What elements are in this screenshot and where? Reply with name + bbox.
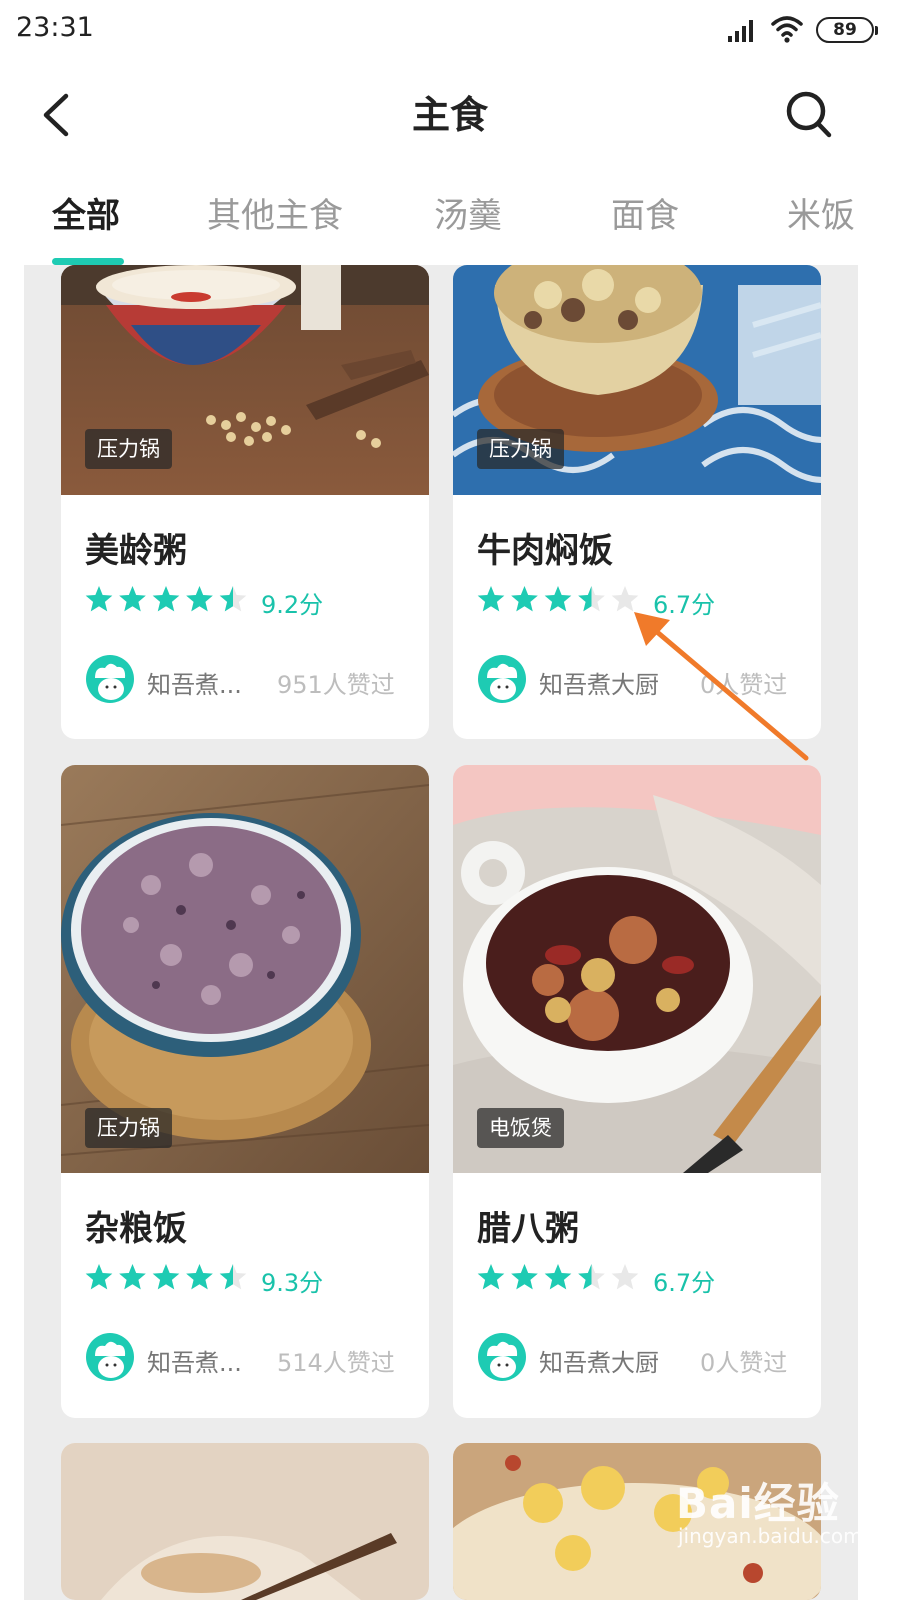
author-name: 知吾煮大厨 <box>539 671 659 699</box>
star-fill-icon <box>186 586 213 612</box>
search-button[interactable] <box>782 86 836 142</box>
rating-score: 6.7分 <box>653 1269 716 1297</box>
recipe-card[interactable] <box>453 1443 821 1600</box>
back-button[interactable] <box>34 88 82 142</box>
rating-score: 9.3分 <box>261 1269 324 1297</box>
cooker-tag: 压力锅 <box>85 429 172 469</box>
star-icon <box>611 586 639 612</box>
likes-count: 0人赞过 <box>700 671 788 699</box>
star-fill-icon <box>544 586 572 612</box>
recipe-image <box>61 1443 429 1600</box>
rating-stars <box>477 1264 639 1290</box>
wifi-icon <box>771 16 803 43</box>
recipe-title: 杂粮饭 <box>85 1209 187 1249</box>
recipe-image <box>453 1443 821 1600</box>
chef-avatar-icon <box>478 655 526 703</box>
status-bar: 23:31 89 <box>0 0 900 62</box>
page-title: 主食 <box>411 93 488 137</box>
star-fill-icon <box>152 1264 180 1290</box>
cooker-tag: 压力锅 <box>85 1108 172 1148</box>
chef-avatar-icon <box>86 1333 134 1381</box>
rating-stars <box>85 586 247 612</box>
recipe-card[interactable]: 电饭煲 腊八粥 6.7分 知吾煮大厨 0人赞过 <box>453 765 821 1418</box>
star-fill-icon <box>119 1264 146 1290</box>
cooker-tag: 压力锅 <box>477 429 564 469</box>
star-fill-icon <box>477 1264 505 1290</box>
chef-avatar-icon <box>478 1333 526 1381</box>
likes-count: 951人赞过 <box>277 671 395 699</box>
chevron-left-icon <box>43 93 69 137</box>
recipe-card[interactable]: 压力锅 杂粮饭 9.3分 知吾煮... 514人赞过 <box>61 765 429 1418</box>
star-fill-icon <box>186 1264 213 1290</box>
star-icon <box>611 1264 639 1290</box>
rating-score: 6.7分 <box>653 591 716 619</box>
tab-rice[interactable]: 米饭 <box>787 190 855 242</box>
tab-all[interactable]: 全部 <box>52 190 120 242</box>
tab-noodles[interactable]: 面食 <box>611 190 679 242</box>
recipe-title: 腊八粥 <box>477 1209 579 1249</box>
cooker-tag: 电饭煲 <box>477 1108 564 1148</box>
star-fill-icon <box>85 586 113 612</box>
recipe-card[interactable]: 压力锅 牛肉焖饭 6.7分 知吾煮大厨 0人赞过 <box>453 265 821 739</box>
recipe-title: 美龄粥 <box>85 531 187 571</box>
tab-other-staples[interactable]: 其他主食 <box>207 190 343 242</box>
recipe-title: 牛肉焖饭 <box>477 531 613 571</box>
author-name: 知吾煮... <box>147 1349 242 1377</box>
star-fill-icon <box>152 586 180 612</box>
rating-stars <box>477 586 639 612</box>
battery-indicator: 89 <box>816 17 878 43</box>
recipe-card[interactable]: 压力锅 美龄粥 9.2分 知吾煮... 951人赞过 <box>61 265 429 739</box>
tab-indicator <box>52 258 124 265</box>
rating-score: 9.2分 <box>261 591 324 619</box>
status-time: 23:31 <box>16 12 94 43</box>
tab-soups[interactable]: 汤羹 <box>434 190 502 242</box>
star-fill-icon <box>119 586 146 612</box>
rating-stars <box>85 1264 247 1290</box>
author-name: 知吾煮大厨 <box>539 1349 659 1377</box>
recipe-card[interactable] <box>61 1443 429 1600</box>
star-fill-icon <box>511 1264 538 1290</box>
search-icon <box>786 91 832 138</box>
star-fill-icon <box>477 586 505 612</box>
likes-count: 514人赞过 <box>277 1349 395 1377</box>
likes-count: 0人赞过 <box>700 1349 788 1377</box>
star-fill-icon <box>544 1264 572 1290</box>
chef-avatar-icon <box>86 655 134 703</box>
signal-icon <box>728 20 753 42</box>
author-name: 知吾煮... <box>147 671 242 699</box>
star-fill-icon <box>85 1264 113 1290</box>
battery-level: 89 <box>833 20 857 40</box>
star-fill-icon <box>511 586 538 612</box>
